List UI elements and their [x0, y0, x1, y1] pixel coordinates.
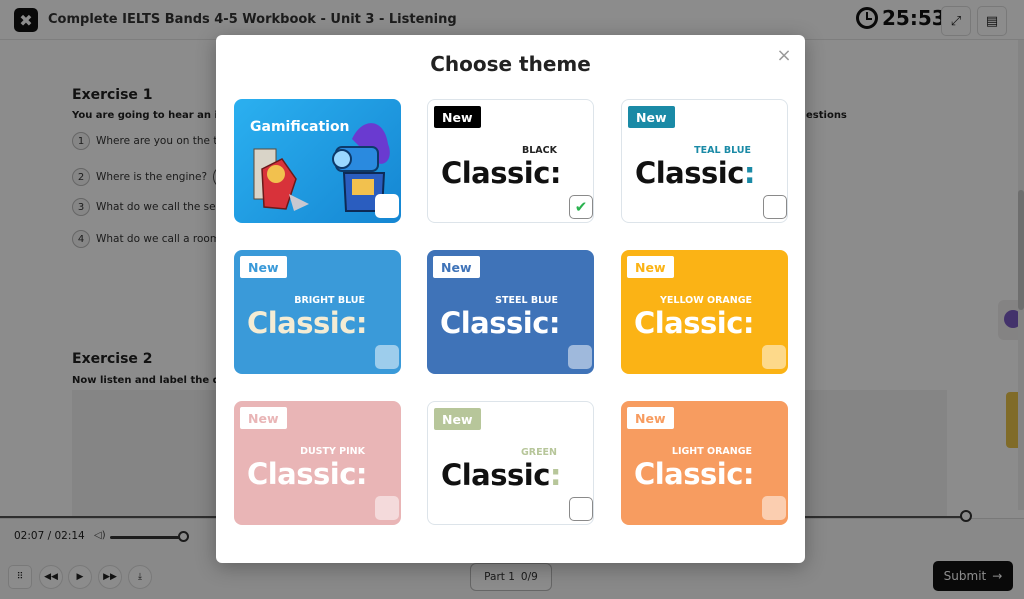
- theme-color-name: DUSTY PINK: [300, 446, 365, 457]
- theme-card-gamification[interactable]: Gamification: [234, 99, 401, 223]
- theme-preview-text: Classic:: [633, 306, 755, 340]
- theme-card-black[interactable]: New BLACK Classic: ✔: [427, 99, 594, 223]
- theme-preview-text: Classic:: [634, 156, 756, 190]
- theme-card-teal-blue[interactable]: New TEAL BLUE Classic:: [621, 99, 788, 223]
- theme-checkbox[interactable]: [762, 345, 786, 369]
- theme-color-name: GREEN: [520, 447, 557, 458]
- theme-color-name: TEAL BLUE: [694, 145, 751, 156]
- new-badge: New: [627, 407, 674, 429]
- modal-title: Choose theme: [430, 52, 591, 76]
- theme-preview-text: Classic:: [440, 458, 562, 492]
- theme-preview-text: Classic:: [246, 457, 368, 491]
- theme-preview-text: Classic:: [633, 457, 755, 491]
- theme-card-yellow-orange[interactable]: New YELLOW ORANGE Classic:: [621, 250, 788, 374]
- theme-checkbox[interactable]: [763, 195, 787, 219]
- theme-card-steel-blue[interactable]: New STEEL BLUE Classic:: [427, 250, 594, 374]
- theme-preview-text: Classic:: [439, 306, 561, 340]
- theme-card-bright-blue[interactable]: New BRIGHT BLUE Classic:: [234, 250, 401, 374]
- theme-color-name: STEEL BLUE: [495, 295, 558, 306]
- theme-preview-text: Classic:: [440, 156, 562, 190]
- new-badge: New: [627, 256, 674, 278]
- theme-color-name: YELLOW ORANGE: [660, 295, 752, 306]
- theme-preview-text: Classic:: [246, 306, 368, 340]
- theme-color-name: LIGHT ORANGE: [671, 446, 752, 457]
- theme-checkbox[interactable]: ✔: [569, 195, 593, 219]
- theme-checkbox[interactable]: [569, 497, 593, 521]
- theme-color-name: BRIGHT BLUE: [294, 295, 365, 306]
- theme-checkbox[interactable]: [568, 345, 592, 369]
- theme-card-light-orange[interactable]: New LIGHT ORANGE Classic:: [621, 401, 788, 525]
- theme-checkbox[interactable]: [375, 194, 399, 218]
- new-badge: New: [434, 408, 481, 430]
- theme-checkbox[interactable]: [375, 496, 399, 520]
- new-badge: New: [433, 256, 480, 278]
- new-badge: New: [434, 106, 481, 128]
- theme-card-green[interactable]: New GREEN Classic:: [427, 401, 594, 525]
- theme-card-dusty-pink[interactable]: New DUSTY PINK Classic:: [234, 401, 401, 525]
- close-icon[interactable]: ×: [775, 47, 793, 65]
- checkmark-icon: ✔: [574, 198, 588, 216]
- new-badge: New: [240, 407, 287, 429]
- theme-checkbox[interactable]: [762, 496, 786, 520]
- new-badge: New: [240, 256, 287, 278]
- theme-color-name: BLACK: [522, 145, 557, 156]
- new-badge: New: [628, 106, 675, 128]
- choose-theme-modal: Choose theme × Gamification New BLACK Cl…: [216, 35, 805, 563]
- theme-checkbox[interactable]: [375, 345, 399, 369]
